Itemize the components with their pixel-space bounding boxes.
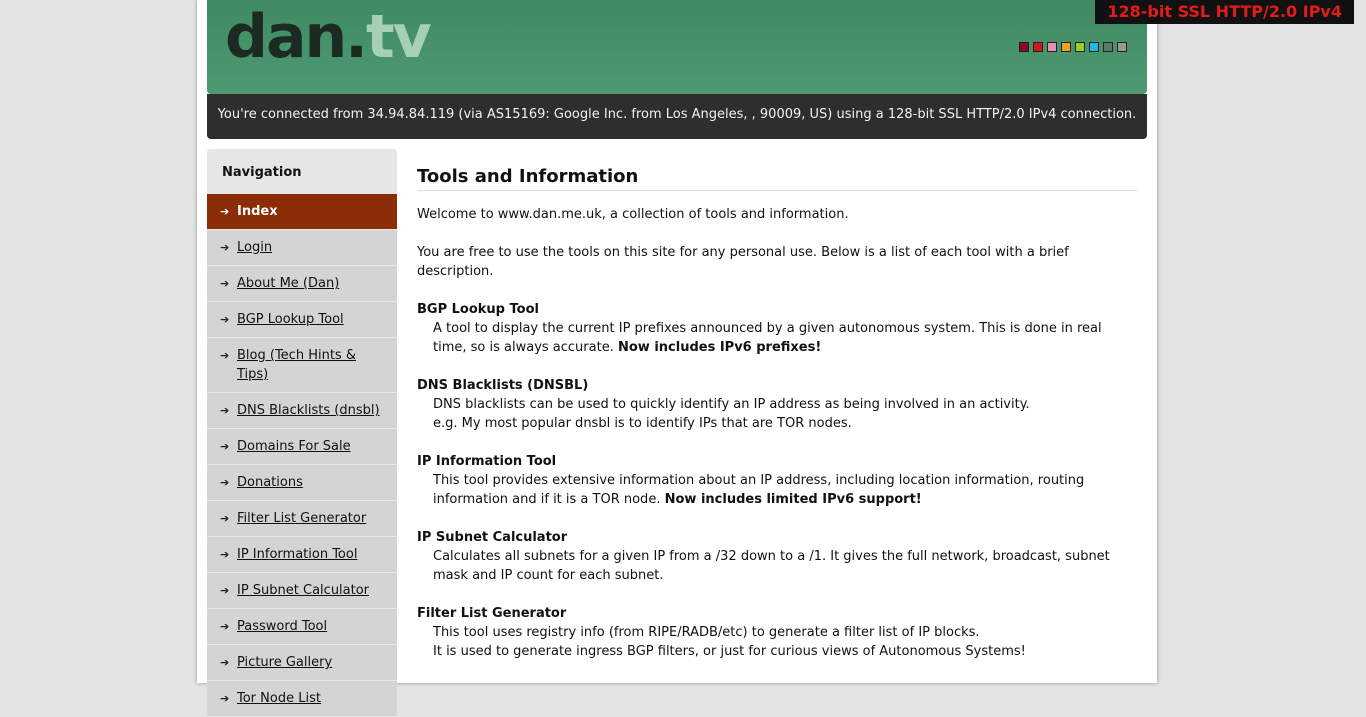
- tool-title: IP Information Tool: [417, 454, 557, 469]
- main-content: Tools and Information Welcome to www.dan…: [417, 166, 1137, 680]
- nav-item[interactable]: ➔ Index: [207, 194, 397, 230]
- nav-link[interactable]: Index: [237, 204, 278, 219]
- nav-link[interactable]: Login: [237, 240, 272, 255]
- nav-link[interactable]: IP Subnet Calculator: [237, 583, 369, 598]
- tool-description-text: e.g. My most popular dnsbl is to identif…: [433, 416, 852, 431]
- nav-item[interactable]: ➔ Picture Gallery: [207, 645, 397, 681]
- tool-description-text: Calculates all subnets for a given IP fr…: [433, 549, 1110, 583]
- nav-item[interactable]: ➔ About Me (Dan): [207, 266, 397, 302]
- sidebar-navigation: Navigation ➔ Index ➔ Login ➔ About Me (Dan) ➔ B…: [207, 149, 397, 717]
- theme-swatch[interactable]: [1033, 42, 1043, 52]
- theme-swatches: [1019, 42, 1127, 52]
- arrow-icon: ➔: [220, 620, 230, 633]
- theme-swatch[interactable]: [1047, 42, 1057, 52]
- nav-link[interactable]: IP Information Tool: [237, 547, 357, 562]
- nav-title: Navigation: [207, 149, 397, 194]
- arrow-icon: ➔: [220, 404, 230, 417]
- nav-link[interactable]: Domains For Sale: [237, 439, 351, 454]
- tool-highlight: Now includes IPv6 prefixes!: [617, 340, 822, 355]
- theme-swatch[interactable]: [1117, 42, 1127, 52]
- tool-description: A tool to display the current IP prefixe…: [433, 319, 1137, 357]
- connection-text: You're connected from 34.94.84.119 (via …: [217, 107, 1137, 122]
- tool-title: BGP Lookup Tool: [417, 302, 539, 317]
- nav-item[interactable]: ➔ BGP Lookup Tool: [207, 302, 397, 338]
- arrow-icon: ➔: [220, 548, 230, 561]
- arrow-icon: ➔: [220, 476, 230, 489]
- tool-highlight: Now includes limited IPv6 support!: [664, 492, 922, 507]
- nav-link[interactable]: BGP Lookup Tool: [237, 312, 344, 327]
- arrow-icon: ➔: [220, 277, 230, 290]
- tool-title: Filter List Generator: [417, 606, 567, 621]
- arrow-icon: ➔: [220, 512, 230, 525]
- logo-tv: tv: [365, 2, 432, 72]
- arrow-icon: ➔: [220, 349, 230, 362]
- intro-text: Welcome to www.dan.me.uk, a collection o…: [417, 207, 849, 222]
- arrow-icon: ➔: [220, 313, 230, 326]
- nav-item[interactable]: ➔ Filter List Generator: [207, 501, 397, 537]
- nav-item[interactable]: ➔ Domains For Sale: [207, 429, 397, 465]
- tool-title: IP Subnet Calculator: [417, 530, 568, 545]
- site-header: dan.tv: [207, 0, 1147, 94]
- tool-description-text: It is used to generate ingress BGP filte…: [433, 644, 1026, 659]
- nav-link[interactable]: Filter List Generator: [237, 511, 366, 526]
- nav-item[interactable]: ➔ Tor Node List: [207, 681, 397, 717]
- tool-title: DNS Blacklists (DNSBL): [417, 378, 589, 393]
- theme-swatch[interactable]: [1061, 42, 1071, 52]
- nav-link[interactable]: DNS Blacklists (dnsbl): [237, 403, 380, 418]
- tool-description: This tool provides extensive information…: [433, 471, 1137, 509]
- theme-swatch[interactable]: [1019, 42, 1029, 52]
- tool-description: DNS blacklists can be used to quickly id…: [433, 395, 1137, 433]
- arrow-icon: ➔: [220, 584, 230, 597]
- nav-link[interactable]: Donations: [237, 475, 303, 490]
- tool-description: Calculates all subnets for a given IP fr…: [433, 547, 1137, 585]
- nav-item[interactable]: ➔ Donations: [207, 465, 397, 501]
- nav-item[interactable]: ➔ Password Tool: [207, 609, 397, 645]
- nav-link[interactable]: Picture Gallery: [237, 655, 332, 670]
- nav-link[interactable]: Tor Node List: [237, 691, 321, 706]
- site-logo[interactable]: dan.tv: [225, 2, 432, 72]
- arrow-icon: ➔: [220, 656, 230, 669]
- tool-list: BGP Lookup Tool A tool to display the cur…: [417, 300, 1137, 661]
- nav-item[interactable]: ➔ IP Information Tool: [207, 537, 397, 573]
- theme-swatch[interactable]: [1103, 42, 1113, 52]
- theme-swatch[interactable]: [1089, 42, 1099, 52]
- nav-link[interactable]: About Me (Dan): [237, 276, 339, 291]
- page-container: dan.tv You're connected from 34.94.84.11…: [197, 0, 1157, 717]
- tool-description: This tool uses registry info (from RIPE/…: [433, 623, 1137, 661]
- nav-link[interactable]: Password Tool: [237, 619, 327, 634]
- tool-description-text: DNS blacklists can be used to quickly id…: [433, 397, 1030, 412]
- nav-item[interactable]: ➔ IP Subnet Calculator: [207, 573, 397, 609]
- logo-main: dan.: [225, 2, 368, 72]
- arrow-icon: ➔: [220, 205, 230, 218]
- connection-info-bar: You're connected from 34.94.84.119 (via …: [207, 94, 1147, 139]
- tool-description-text: This tool uses registry info (from RIPE/…: [433, 625, 980, 640]
- nav-link[interactable]: Blog (Tech Hints & Tips): [237, 348, 356, 382]
- ssl-badge: 128-bit SSL HTTP/2.0 IPv4: [1095, 0, 1354, 24]
- nav-item[interactable]: ➔ DNS Blacklists (dnsbl): [207, 393, 397, 429]
- arrow-icon: ➔: [220, 241, 230, 254]
- arrow-icon: ➔: [220, 440, 230, 453]
- arrow-icon: ➔: [220, 692, 230, 705]
- nav-item[interactable]: ➔ Login: [207, 230, 397, 266]
- nav-list: ➔ Index ➔ Login ➔ About Me (Dan) ➔ BGP Lookup T…: [207, 194, 397, 717]
- intro-text: You are free to use the tools on this si…: [417, 245, 1069, 279]
- page-title: Tools and Information: [417, 166, 1137, 191]
- nav-item[interactable]: ➔ Blog (Tech Hints & Tips): [207, 338, 397, 393]
- theme-swatch[interactable]: [1075, 42, 1085, 52]
